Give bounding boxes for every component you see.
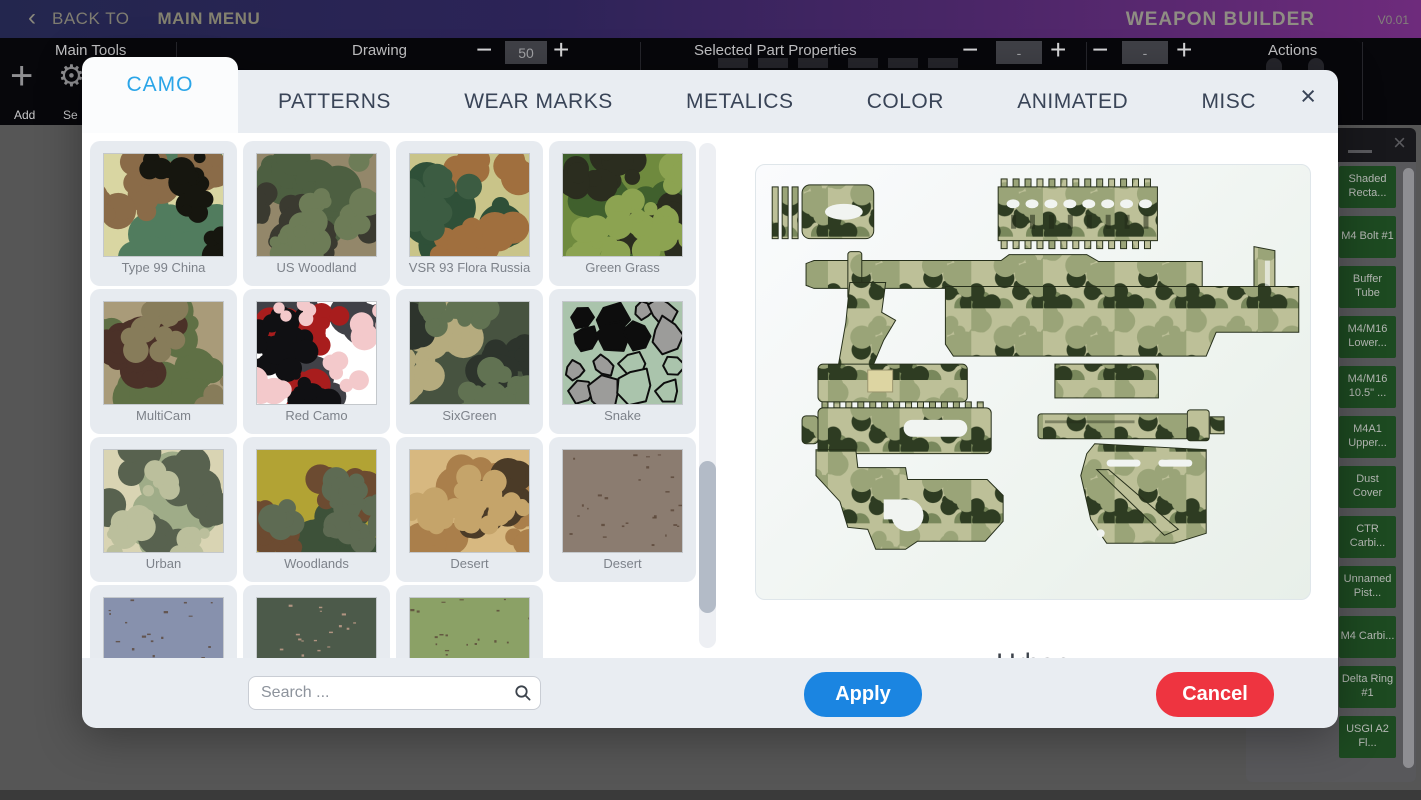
camo-swatch-image (409, 301, 530, 405)
tab-misc[interactable]: MISC (1201, 90, 1256, 114)
tab-animated[interactable]: ANIMATED (1017, 90, 1128, 114)
camo-swatch-image (409, 597, 530, 658)
camo-swatch-label: SixGreen (442, 408, 496, 423)
minimize-icon[interactable] (1348, 136, 1372, 153)
back-to-main-menu-button[interactable]: ‹ BACK TO MAIN MENU (28, 0, 260, 38)
camo-swatch-label: Urban (146, 556, 181, 571)
camo-swatch-type-99-china[interactable]: Type 99 China (90, 141, 237, 286)
back-to-label: BACK TO (52, 9, 130, 29)
camo-swatch-label: Red Camo (285, 408, 347, 423)
camo-swatch-woodlands[interactable]: Woodlands (243, 437, 390, 582)
part-button[interactable]: USGI A2 Fl... (1339, 716, 1396, 758)
search-icon (506, 684, 540, 702)
camo-swatch-untitled-12[interactable] (90, 585, 237, 658)
camo-swatch-label: Desert (603, 556, 641, 571)
camo-swatch-sixgreen[interactable]: SixGreen (396, 289, 543, 434)
camo-swatch-image (103, 153, 224, 257)
settings-tool-label: Se (63, 108, 78, 122)
search-field[interactable] (248, 676, 541, 710)
search-input[interactable] (249, 684, 506, 702)
camo-swatch-desert[interactable]: Desert (549, 437, 696, 582)
camo-swatch-untitled-14[interactable] (396, 585, 543, 658)
camo-swatch-image (256, 153, 377, 257)
camo-swatch-label: Woodlands (284, 556, 349, 571)
camo-swatch-label: Type 99 China (122, 260, 206, 275)
swatch-list-scrollbar-track[interactable] (699, 143, 716, 648)
camo-swatch-us-woodland[interactable]: US Woodland (243, 141, 390, 286)
part-button[interactable]: M4 Bolt #1 (1339, 216, 1396, 258)
camo-selection-dialog: CAMO PATTERNS WEAR MARKS METALICS COLOR ANIM… (82, 57, 1338, 728)
part-button[interactable]: M4/M16 Lower... (1339, 316, 1396, 358)
parts-panel-scrollbar[interactable] (1403, 168, 1414, 768)
camo-swatch-image (103, 301, 224, 405)
part-button[interactable]: Unnamed Pist... (1339, 566, 1396, 608)
camo-swatch-image (562, 449, 683, 553)
tab-metalics[interactable]: METALICS (686, 90, 793, 114)
tab-camo-label: CAMO (127, 73, 194, 97)
camo-swatch-multicam[interactable]: MultiCam (90, 289, 237, 434)
tab-patterns[interactable]: PATTERNS (278, 90, 391, 114)
camo-swatch-green-grass[interactable]: Green Grass (549, 141, 696, 286)
cancel-button[interactable]: Cancel (1156, 672, 1274, 717)
part-button[interactable]: M4 Carbi... (1339, 616, 1396, 658)
tab-camo-active[interactable]: CAMO (82, 57, 238, 133)
camo-swatch-image (562, 301, 683, 405)
settings-tool-icon[interactable]: ⚙ (58, 62, 85, 92)
camo-swatch-image (103, 449, 224, 553)
canvas-bottom-strip (0, 790, 1421, 800)
back-chevron-icon: ‹ (28, 6, 36, 30)
app-title: WEAPON BUILDER (1126, 9, 1315, 31)
camo-swatch-label: Snake (604, 408, 641, 423)
dialog-close-icon[interactable]: × (1300, 83, 1316, 110)
tab-color[interactable]: COLOR (867, 90, 944, 114)
tab-wear-marks[interactable]: WEAR MARKS (464, 90, 613, 114)
selected-camo-name: Urban (755, 648, 1311, 658)
camo-swatch-vsr-93-flora-russia[interactable]: VSR 93 Flora Russia (396, 141, 543, 286)
camo-swatch-label: Green Grass (585, 260, 659, 275)
weapon-parts-preview (756, 165, 1310, 599)
camo-preview-panel (755, 164, 1311, 600)
part-button[interactable]: CTR Carbi... (1339, 516, 1396, 558)
camo-swatch-grid: Type 99 China US Woodland VSR 93 Flora Rus… (90, 141, 698, 658)
camo-swatch-label: MultiCam (136, 408, 191, 423)
camo-swatch-snake[interactable]: Snake (549, 289, 696, 434)
part-button[interactable]: M4A1 Upper... (1339, 416, 1396, 458)
camo-swatch-desert[interactable]: Desert (396, 437, 543, 582)
add-tool-label: Add (14, 108, 35, 122)
dialog-body: Type 99 China US Woodland VSR 93 Flora Rus… (82, 133, 1338, 658)
camo-swatch-image (103, 597, 224, 658)
dialog-footer: Apply Cancel (82, 658, 1338, 728)
part-button[interactable]: Buffer Tube (1339, 266, 1396, 308)
camo-swatch-red-camo[interactable]: Red Camo (243, 289, 390, 434)
camo-swatch-image (562, 153, 683, 257)
camo-swatch-image (256, 301, 377, 405)
weapon-builder-app: ‹ BACK TO MAIN MENU WEAPON BUILDER V0.01… (0, 0, 1421, 800)
part-button[interactable]: M4/M16 10.5" ... (1339, 366, 1396, 408)
part-button[interactable]: Dust Cover (1339, 466, 1396, 508)
camo-swatch-label: VSR 93 Flora Russia (409, 260, 530, 275)
close-icon[interactable]: × (1393, 130, 1406, 156)
camo-swatch-label: Desert (450, 556, 488, 571)
camo-swatch-image (409, 449, 530, 553)
part-button[interactable]: Delta Ring #1 (1339, 666, 1396, 708)
toolbar-divider (1362, 42, 1363, 120)
add-tool-icon[interactable]: + (10, 56, 33, 96)
camo-swatch-image (256, 449, 377, 553)
part-button[interactable]: Shaded Recta... (1339, 166, 1396, 208)
camo-swatch-untitled-13[interactable] (243, 585, 390, 658)
camo-swatch-label: US Woodland (277, 260, 357, 275)
camo-swatch-image (409, 153, 530, 257)
camo-swatch-urban[interactable]: Urban (90, 437, 237, 582)
app-version: V0.01 (1378, 13, 1409, 27)
dialog-tabs: PATTERNS WEAR MARKS METALICS COLOR ANIMATED M… (262, 70, 1272, 133)
parts-list: Shaded Recta... M4 Bolt #1 Buffer Tube M4/M… (1339, 166, 1396, 758)
swatch-list-scrollbar-thumb[interactable] (699, 461, 716, 613)
apply-button[interactable]: Apply (804, 672, 922, 717)
camo-swatch-image (256, 597, 377, 658)
main-menu-label: MAIN MENU (158, 9, 261, 29)
top-bar: ‹ BACK TO MAIN MENU WEAPON BUILDER V0.01 (0, 0, 1421, 38)
